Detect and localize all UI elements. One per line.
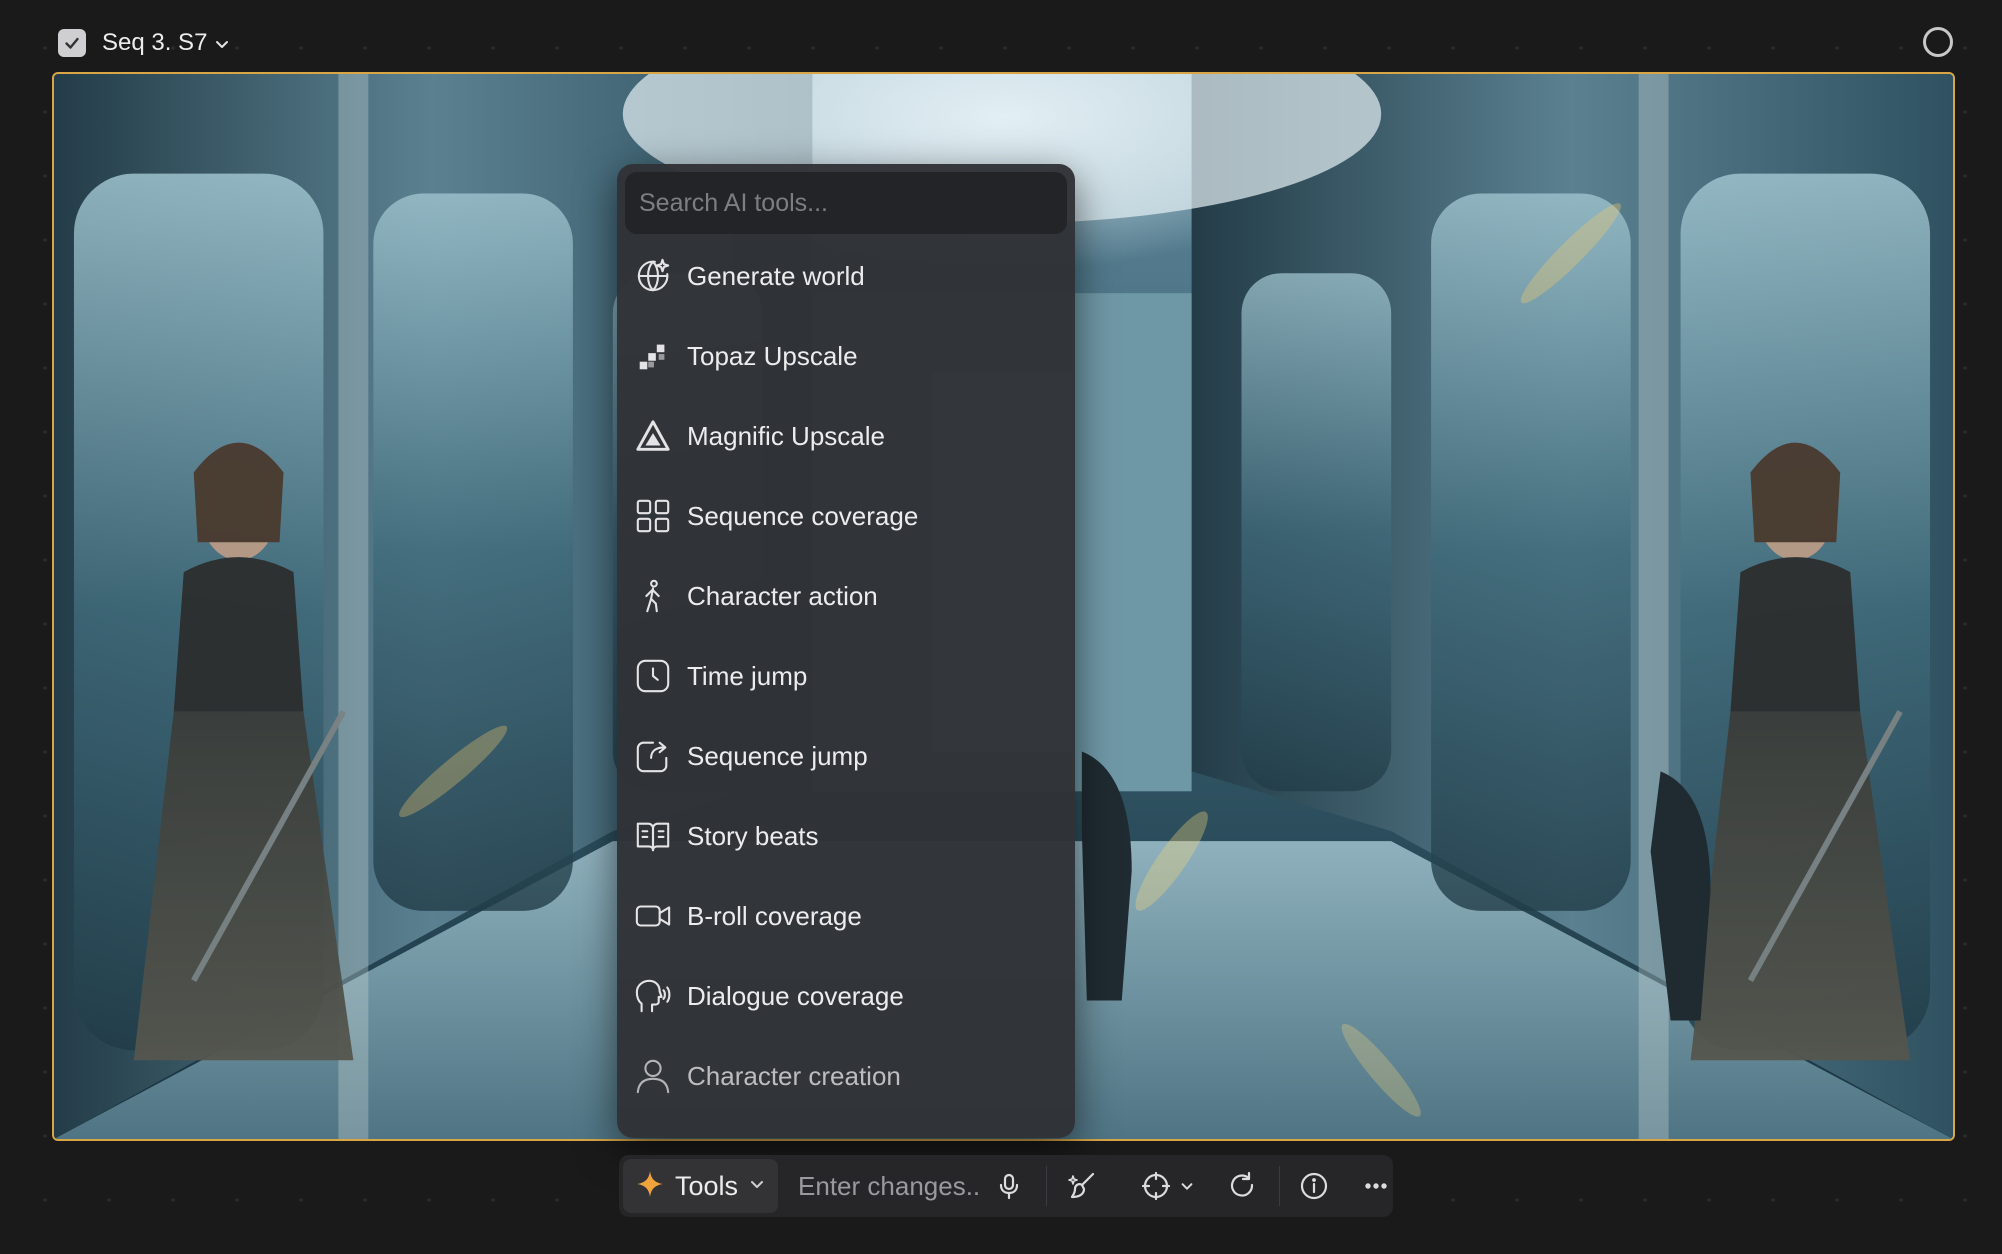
brush-icon[interactable] (1067, 1170, 1099, 1202)
menu-item-label: Character creation (687, 1060, 901, 1091)
sequence-title-dropdown[interactable]: Seq 3. S7 (102, 29, 231, 57)
enter-changes-input[interactable] (796, 1169, 981, 1203)
menu-item-label: Dialogue coverage (687, 980, 904, 1011)
menu-item-label: B-roll coverage (687, 900, 862, 931)
circle-icon[interactable] (1923, 27, 1953, 57)
menu-item-time-jump[interactable]: Time jump (625, 636, 1067, 716)
sequence-title: Seq 3. S7 (102, 29, 208, 56)
menu-item-magnific-upscale[interactable]: Magnific Upscale (625, 396, 1067, 476)
menu-item-topaz-upscale[interactable]: Topaz Upscale (625, 316, 1067, 396)
user-icon (633, 1056, 673, 1096)
chevron-down-icon (748, 1175, 766, 1198)
menu-item-label: Sequence coverage (687, 500, 919, 531)
menu-item-label: Time jump (687, 660, 808, 691)
ai-tools-menu: Generate world Topaz Upscale Magnific Up… (617, 164, 1075, 1138)
chevron-down-icon[interactable] (1179, 1178, 1195, 1194)
ai-tools-list: Generate world Topaz Upscale Magnific Up… (625, 236, 1067, 1116)
chevron-down-icon (216, 41, 229, 48)
tools-dropdown-button[interactable]: Tools (623, 1159, 779, 1213)
menu-item-sequence-coverage[interactable]: Sequence coverage (625, 476, 1067, 556)
crosshair-icon[interactable] (1141, 1171, 1171, 1201)
info-icon[interactable] (1299, 1171, 1329, 1201)
topaz-upscale-icon (633, 336, 673, 376)
open-book-icon (633, 816, 673, 856)
menu-item-character-creation[interactable]: Character creation (625, 1036, 1067, 1116)
walking-figure-icon (633, 576, 673, 616)
refresh-icon[interactable] (1227, 1171, 1257, 1201)
menu-item-label: Topaz Upscale (687, 340, 858, 371)
clock-icon (633, 656, 673, 696)
triangle-icon (633, 416, 673, 456)
menu-item-generate-world[interactable]: Generate world (625, 236, 1067, 316)
share-arrow-icon (633, 736, 673, 776)
menu-item-character-action[interactable]: Character action (625, 556, 1067, 636)
search-ai-tools-input[interactable] (625, 172, 1067, 234)
video-camera-icon (633, 896, 673, 936)
select-checkbox[interactable] (58, 29, 86, 57)
menu-item-dialogue-coverage[interactable]: Dialogue coverage (625, 956, 1067, 1036)
menu-item-label: Character action (687, 580, 878, 611)
speaking-head-icon (633, 976, 673, 1016)
menu-item-b-roll-coverage[interactable]: B-roll coverage (625, 876, 1067, 956)
tools-label: Tools (675, 1170, 739, 1201)
bottom-toolbar: Tools (619, 1155, 1393, 1217)
menu-item-label: Sequence jump (687, 740, 868, 771)
microphone-icon[interactable] (994, 1171, 1024, 1201)
menu-item-label: Magnific Upscale (687, 420, 885, 451)
more-icon[interactable] (1363, 1173, 1389, 1199)
menu-item-sequence-jump[interactable]: Sequence jump (625, 716, 1067, 796)
grid-icon (633, 496, 673, 536)
menu-item-story-beats[interactable]: Story beats (625, 796, 1067, 876)
menu-item-label: Generate world (687, 260, 865, 291)
sparkle-icon (635, 1169, 665, 1204)
canvas-header: Seq 3. S7 (58, 26, 231, 60)
globe-sparkle-icon (633, 256, 673, 296)
check-icon (65, 37, 79, 49)
menu-item-label: Story beats (687, 820, 819, 851)
